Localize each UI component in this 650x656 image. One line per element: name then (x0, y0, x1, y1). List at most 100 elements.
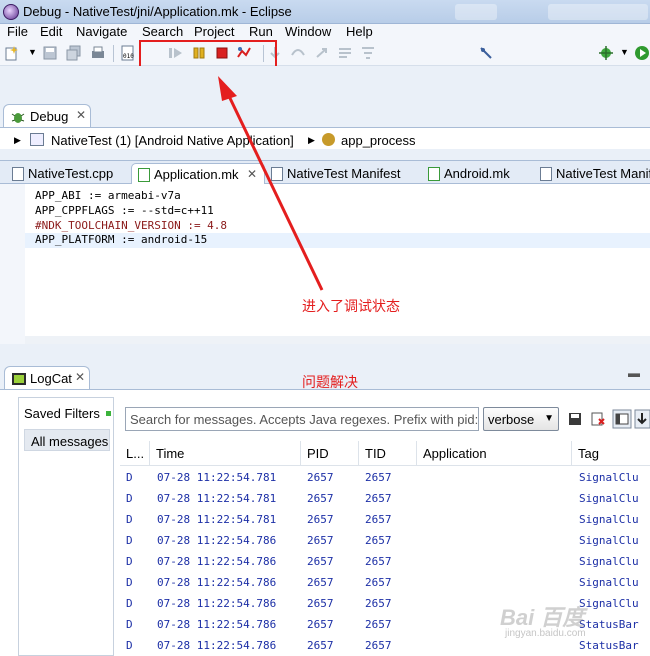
filter-all-messages[interactable]: All messages (24, 429, 110, 451)
log-cell-tag: SignalClu (579, 597, 639, 610)
log-cell-time: 07-28 11:22:54.786 (157, 618, 277, 631)
step-return-icon[interactable] (314, 45, 330, 61)
cpp-file-icon (12, 167, 24, 181)
tab-android-mk[interactable]: Android.mk (422, 163, 530, 185)
menu-help[interactable]: Help (346, 24, 373, 39)
save-all-icon[interactable] (66, 45, 82, 61)
log-cell-level: D (126, 555, 133, 568)
tab-nativetest-cpp[interactable]: NativeTest.cpp (6, 163, 124, 185)
tab-label: NativeTest.cpp (28, 166, 114, 181)
log-cell-pid: 2657 (307, 534, 334, 547)
log-cell-time: 07-28 11:22:54.786 (157, 597, 277, 610)
manifest-file-icon (271, 167, 283, 181)
log-cell-tag: StatusBar (579, 618, 639, 631)
code-line-current: APP_PLATFORM := android-15 (25, 233, 650, 248)
tab-logcat[interactable]: LogCat ✕ (4, 366, 90, 390)
watermark-url: jingyan.baidu.com (505, 628, 586, 639)
expand-arrow-icon[interactable]: ▶ (308, 135, 315, 146)
log-cell-tid: 2657 (365, 576, 392, 589)
view-splitter[interactable] (0, 344, 650, 364)
log-cell-tag: SignalClu (579, 555, 639, 568)
code-line: APP_CPPFLAGS := --std=c++11 (35, 204, 214, 217)
column-header-time[interactable]: Time (150, 441, 301, 466)
new-dropdown-icon[interactable]: ▼ (28, 47, 37, 57)
column-label: Time (156, 446, 185, 461)
menu-file[interactable]: File (7, 24, 28, 39)
log-cell-tid: 2657 (365, 597, 392, 610)
column-header-application[interactable]: Application (417, 441, 572, 466)
log-cell-level: D (126, 471, 133, 484)
column-label: Application (423, 446, 487, 461)
horizontal-scrollbar[interactable] (25, 336, 650, 344)
tab-logcat-label: LogCat (30, 371, 72, 386)
log-cell-pid: 2657 (307, 555, 334, 568)
tab-nativetest-manifest-2[interactable]: NativeTest Manife (534, 163, 650, 185)
tab-label: Application.mk (154, 167, 239, 182)
toggle-view-icon[interactable] (612, 409, 632, 429)
save-icon[interactable] (42, 45, 58, 61)
code-editor[interactable]: APP_ABI := armeabi-v7a APP_CPPFLAGS := -… (0, 184, 650, 344)
log-cell-time: 07-28 11:22:54.781 (157, 513, 277, 526)
save-log-icon[interactable] (567, 411, 583, 427)
log-cell-tag: StatusBar (579, 639, 639, 652)
menu-navigate[interactable]: Navigate (76, 24, 127, 39)
log-cell-time: 07-28 11:22:54.781 (157, 471, 277, 484)
debug-perspective-icon[interactable] (598, 45, 614, 61)
editor-tab-bar: NativeTest.cpp Application.mk ✕ NativeTe… (0, 160, 650, 185)
binary-icon[interactable]: 010 (120, 45, 136, 61)
step-over-icon[interactable] (290, 45, 306, 61)
new-icon[interactable] (4, 45, 20, 61)
log-cell-pid: 2657 (307, 639, 334, 652)
launch-config-icon (30, 133, 44, 146)
log-cell-pid: 2657 (307, 597, 334, 610)
tab-debug[interactable]: Debug ✕ (3, 104, 91, 128)
print-icon[interactable] (90, 45, 106, 61)
log-cell-tag: SignalClu (579, 534, 639, 547)
saved-filters-panel: Saved Filters All messages (18, 397, 114, 656)
column-header-pid[interactable]: PID (301, 441, 359, 466)
log-cell-level: D (126, 492, 133, 505)
logcat-icon (12, 373, 26, 385)
tab-nativetest-manifest[interactable]: NativeTest Manifest (265, 163, 415, 185)
title-bar-blur (455, 4, 497, 20)
column-header-tag[interactable]: Tag (572, 441, 650, 466)
annotation-problem-solved: 问题解决 (302, 375, 358, 391)
use-step-filters-icon[interactable] (360, 45, 376, 61)
tab-application-mk[interactable]: Application.mk ✕ (131, 163, 265, 185)
log-cell-tag: SignalClu (579, 576, 639, 589)
log-cell-pid: 2657 (307, 513, 334, 526)
close-icon[interactable]: ✕ (76, 108, 86, 122)
log-cell-level: D (126, 576, 133, 589)
close-icon[interactable]: ✕ (247, 167, 257, 181)
clear-log-icon[interactable] (590, 411, 606, 427)
menu-search[interactable]: Search (142, 24, 183, 39)
minimize-icon[interactable]: ▬ (628, 366, 640, 380)
process-gear-icon (322, 133, 335, 146)
log-level-select[interactable]: verbose ▼ (483, 407, 559, 431)
menu-edit[interactable]: Edit (40, 24, 62, 39)
saved-filters-label: Saved Filters (24, 406, 100, 421)
menu-run[interactable]: Run (249, 24, 273, 39)
column-header-tid[interactable]: TID (359, 441, 417, 466)
log-cell-time: 07-28 11:22:54.786 (157, 576, 277, 589)
logcat-search-input[interactable]: Search for messages. Accepts Java regexe… (125, 407, 479, 431)
title-bar-blur (548, 4, 648, 20)
bug-icon (11, 113, 25, 123)
column-header-level[interactable]: L... (120, 441, 150, 466)
chevron-down-icon: ▼ (544, 413, 554, 424)
expand-arrow-icon[interactable]: ▶ (14, 135, 21, 146)
log-cell-level: D (126, 534, 133, 547)
close-icon[interactable]: ✕ (75, 370, 85, 384)
drop-to-frame-icon[interactable] (337, 45, 353, 61)
tab-label: NativeTest Manife (556, 166, 650, 181)
menu-project[interactable]: Project (194, 24, 234, 39)
menu-window[interactable]: Window (285, 24, 331, 39)
log-cell-pid: 2657 (307, 576, 334, 589)
code-line: APP_ABI := armeabi-v7a (35, 189, 181, 202)
add-filter-icon[interactable] (106, 411, 111, 416)
pin-icon[interactable] (478, 45, 494, 61)
debug-dropdown-icon[interactable]: ▼ (620, 47, 629, 57)
scroll-lock-icon[interactable] (634, 409, 650, 429)
run-icon[interactable] (634, 45, 650, 61)
column-label: L... (126, 446, 145, 461)
